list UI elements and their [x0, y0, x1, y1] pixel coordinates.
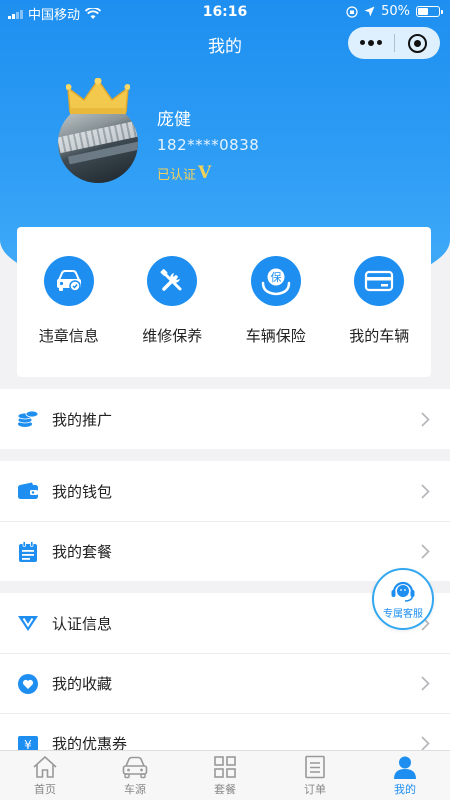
headset-icon [391, 581, 415, 602]
quick-action-violation[interactable]: 违章信息 [17, 256, 121, 377]
certification-text: 已认证 [157, 167, 197, 183]
battery-icon [416, 6, 443, 17]
grid-icon [214, 756, 236, 778]
close-miniprogram-icon[interactable] [395, 33, 440, 53]
location-icon [364, 6, 375, 17]
more-icon[interactable] [348, 40, 394, 46]
menu-item-label: 我的推广 [52, 410, 113, 429]
vehicle-card-icon [354, 256, 405, 306]
insurance-icon: 保 [250, 256, 301, 306]
chevron-right-icon [421, 483, 430, 499]
car-violation-icon [43, 256, 94, 306]
customer-service-label: 专属客服 [383, 609, 423, 620]
quick-action-my-vehicle[interactable]: 我的车辆 [328, 256, 432, 377]
certification-status: 已认证 V [157, 163, 211, 183]
home-icon [33, 756, 57, 778]
quick-action-insurance[interactable]: 保 车辆保险 [224, 256, 328, 377]
bottom-tab-bar: 首页 车源 套餐 订单 我的 [0, 750, 450, 800]
insurance-glyph: 保 [270, 270, 281, 284]
mini-program-capsule [348, 27, 440, 59]
quick-action-maintenance[interactable]: 维修保养 [121, 256, 225, 377]
order-icon [305, 755, 325, 779]
chevron-right-icon [421, 544, 430, 559]
chevron-right-icon [421, 411, 430, 427]
chevron-right-icon [421, 736, 430, 751]
heart-icon [17, 673, 39, 695]
package-icon [17, 540, 39, 563]
quick-actions-card: 违章信息 维修保养 保 车辆保险 我的车辆 [17, 227, 431, 377]
tab-packages[interactable]: 套餐 [180, 751, 270, 800]
verified-badge-icon: V [198, 163, 212, 183]
battery-percent: 50% [381, 4, 410, 19]
certification-icon [17, 612, 39, 634]
menu-item-label: 认证信息 [52, 614, 113, 633]
tab-home[interactable]: 首页 [0, 751, 90, 800]
tab-mine[interactable]: 我的 [360, 751, 450, 800]
menu-item-package[interactable]: 我的套餐 [0, 521, 450, 581]
tab-label: 我的 [394, 783, 416, 796]
menu-item-label: 我的收藏 [52, 675, 113, 693]
menu-group-promotion: 我的推广 [0, 389, 450, 449]
wallet-icon [17, 480, 39, 502]
tab-cars[interactable]: 车源 [90, 751, 180, 800]
avatar-container[interactable] [56, 78, 140, 188]
quick-action-label: 我的车辆 [349, 327, 410, 345]
tab-label: 车源 [124, 783, 146, 796]
menu-item-label: 我的套餐 [52, 543, 113, 561]
user-phone: 182****0838 [157, 136, 260, 154]
quick-action-label: 违章信息 [38, 327, 99, 345]
orientation-lock-icon [346, 5, 358, 18]
menu-item-promotion[interactable]: 我的推广 [0, 389, 450, 449]
coins-icon [17, 408, 39, 430]
quick-action-label: 维修保养 [142, 327, 203, 345]
customer-service-button[interactable]: 专属客服 [372, 568, 434, 630]
status-bar: 中国移动 16:16 50% [0, 0, 450, 24]
quick-action-label: 车辆保险 [245, 327, 306, 345]
user-icon [394, 756, 416, 779]
tab-label: 套餐 [214, 783, 236, 796]
car-icon [122, 756, 148, 779]
menu-group-wallet: 我的钱包 我的套餐 [0, 461, 450, 581]
tab-label: 首页 [34, 783, 56, 796]
tab-orders[interactable]: 订单 [270, 751, 360, 800]
tools-icon [147, 256, 198, 306]
chevron-right-icon [421, 676, 430, 691]
crown-icon [66, 78, 130, 114]
menu-item-favorites[interactable]: 我的收藏 [0, 653, 450, 713]
tab-label: 订单 [304, 783, 326, 796]
user-name: 庞健 [157, 110, 191, 130]
menu-item-label: 我的钱包 [52, 482, 113, 501]
menu-item-wallet[interactable]: 我的钱包 [0, 461, 450, 521]
